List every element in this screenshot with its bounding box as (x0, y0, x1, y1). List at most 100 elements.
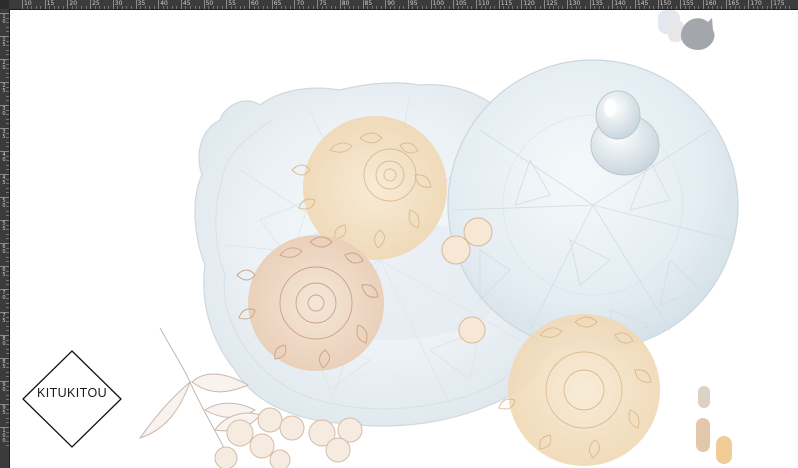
ruler-minor-tick (6, 160, 9, 162)
ruler-minor-tick (130, 6, 132, 9)
ruler-minor-tick (6, 445, 9, 447)
ruler-minor-tick (35, 6, 37, 9)
ruler-label: 30 (2, 106, 6, 117)
ruler-minor-tick (530, 6, 532, 9)
ruler-minor-tick (648, 6, 650, 9)
ruler-minor-tick (6, 100, 9, 102)
ruler-minor-tick (730, 6, 732, 9)
ruler-minor-tick (553, 6, 555, 9)
ruler-major-tick (135, 0, 137, 9)
ruler-major-tick (612, 0, 614, 9)
ruler-minor-tick (489, 6, 491, 9)
ruler-label: 85 (2, 359, 6, 370)
ruler-minor-tick (539, 6, 541, 9)
ruler-minor-tick (6, 298, 9, 300)
ruler-minor-tick (99, 6, 101, 9)
ruler-minor-tick (371, 6, 373, 9)
ruler-minor-tick (262, 6, 264, 9)
ruler-minor-tick (389, 6, 391, 9)
swatch-tan[interactable] (696, 418, 710, 452)
ruler-minor-tick (603, 6, 605, 9)
ruler-minor-tick (117, 6, 119, 9)
ruler-minor-tick (789, 6, 791, 9)
ruler-minor-tick (6, 95, 9, 97)
ruler-minor-tick (31, 6, 33, 9)
ruler-minor-tick (6, 118, 9, 120)
ruler-minor-tick (557, 6, 559, 9)
ruler-minor-tick (575, 6, 577, 9)
ruler-minor-tick (426, 6, 428, 9)
ruler-minor-tick (6, 362, 9, 364)
ruler-minor-tick (6, 109, 9, 111)
horizontal-ruler[interactable]: 10 15 20 25 30 35 40 45 50 55 60 65 70 75 80 85 90 95 100 1… (0, 0, 798, 10)
ruler-minor-tick (6, 256, 9, 258)
ruler-minor-tick (153, 6, 155, 9)
swatch-orange[interactable] (716, 436, 732, 464)
ruler-minor-tick (6, 440, 9, 442)
ruler-minor-tick (194, 6, 196, 9)
ruler-minor-tick (412, 6, 414, 9)
ruler-minor-tick (335, 6, 337, 9)
ruler-minor-tick (6, 63, 9, 65)
ruler-minor-tick (466, 6, 468, 9)
swatch-gray[interactable] (680, 18, 715, 50)
ruler-major-tick (294, 0, 296, 9)
ruler-minor-tick (199, 6, 201, 9)
ruler-minor-tick (707, 6, 709, 9)
ruler-minor-tick (280, 6, 282, 9)
ruler-minor-tick (258, 6, 260, 9)
ruler-minor-tick (607, 6, 609, 9)
ruler-minor-tick (766, 6, 768, 9)
ruler-minor-tick (6, 284, 9, 286)
ruler-minor-tick (416, 6, 418, 9)
ruler-minor-tick (562, 6, 564, 9)
ruler-minor-tick (312, 6, 314, 9)
ruler-minor-tick (6, 224, 9, 226)
ruler-minor-tick (512, 6, 514, 9)
ruler-minor-tick (285, 6, 287, 9)
ruler-major-tick (385, 0, 387, 9)
ruler-minor-tick (403, 6, 405, 9)
ruler-major-tick (634, 0, 636, 9)
ruler-major-tick (271, 0, 273, 9)
ruler-minor-tick (698, 6, 700, 9)
ruler-minor-tick (494, 6, 496, 9)
ruler-minor-tick (6, 17, 9, 19)
ruler-minor-tick (580, 6, 582, 9)
ruler-minor-tick (6, 371, 9, 373)
ruler-minor-tick (507, 6, 509, 9)
ruler-minor-tick (471, 6, 473, 9)
ruler-minor-tick (394, 6, 396, 9)
ruler-major-tick (544, 0, 546, 9)
ruler-major-tick (566, 0, 568, 9)
ruler-minor-tick (6, 307, 9, 309)
ruler-minor-tick (330, 6, 332, 9)
ruler-minor-tick (230, 6, 232, 9)
vertical-ruler[interactable]: 10 15 20 25 30 35 40 45 50 55 60 65 70 75 80 85 90 95 100 (0, 9, 10, 468)
ruler-major-tick (317, 0, 319, 9)
ruler-major-tick (203, 0, 205, 9)
ruler-label: 20 (2, 60, 6, 71)
swatch-light-brown[interactable] (698, 386, 710, 408)
ruler-minor-tick (6, 146, 9, 148)
ruler-minor-tick (784, 6, 786, 9)
ruler-minor-tick (671, 6, 673, 9)
ruler-minor-tick (775, 6, 777, 9)
ruler-major-tick (339, 0, 341, 9)
ruler-minor-tick (189, 6, 191, 9)
glass-lid (447, 59, 739, 351)
ruler-minor-tick (6, 68, 9, 70)
drawing-canvas[interactable]: KITUKITOU (10, 10, 798, 468)
ruler-major-tick (407, 0, 409, 9)
ruler-major-tick (498, 0, 500, 9)
ruler-minor-tick (212, 6, 214, 9)
ruler-minor-tick (712, 6, 714, 9)
ruler-minor-tick (167, 6, 169, 9)
ruler-minor-tick (721, 6, 723, 9)
ruler-minor-tick (276, 6, 278, 9)
ruler-major-tick (44, 0, 46, 9)
ruler-minor-tick (344, 6, 346, 9)
ruler-minor-tick (6, 54, 9, 56)
ruler-minor-tick (6, 132, 9, 134)
ruler-minor-tick (321, 6, 323, 9)
